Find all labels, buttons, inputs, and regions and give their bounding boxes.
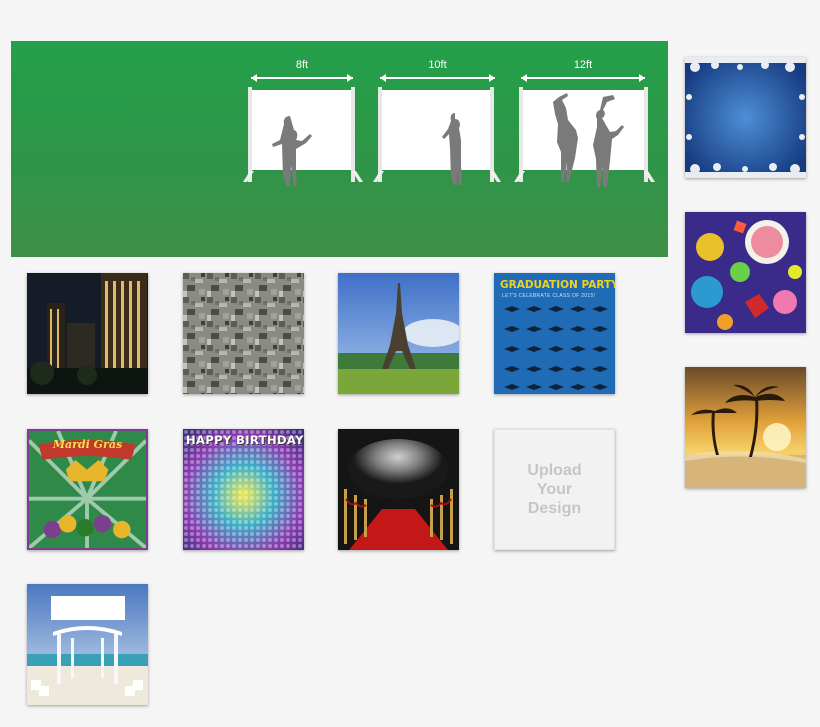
backdrop-stand-12ft xyxy=(514,87,655,187)
snowflake-frame-icon xyxy=(685,57,806,178)
red-carpet-photo-icon xyxy=(338,429,459,550)
birthday-title: HAPPY BIRTHDAY xyxy=(186,433,304,447)
backdrop-stand-8ft xyxy=(243,87,363,186)
backdrop-graduation-party[interactable]: GRADUATION PARTY! LET'S CELEBRATE CLASS … xyxy=(494,273,615,394)
mardi-gras-title: Mardi Gras xyxy=(52,438,123,451)
backdrop-digital-camo[interactable] xyxy=(183,273,304,394)
backdrop-happy-birthday[interactable]: HAPPY BIRTHDAY xyxy=(183,429,304,550)
party-cake-photo-icon xyxy=(685,212,806,333)
stand-illustrations xyxy=(243,74,655,187)
beach-gazebo-photo-icon xyxy=(27,584,148,705)
backdrop-party-cake[interactable] xyxy=(685,212,806,333)
city-skyline-photo-icon xyxy=(27,273,148,394)
graduation-subtitle: LET'S CELEBRATE CLASS OF 2015! xyxy=(502,293,596,299)
backdrop-city-night[interactable] xyxy=(27,273,148,394)
backdrop-sunset-palms[interactable] xyxy=(685,367,806,488)
backdrop-stand-10ft xyxy=(373,87,501,185)
backdrop-eiffel-tower[interactable] xyxy=(338,273,459,394)
backdrop-gallery: 8ft 10ft 12ft GRADUATION PARTY! LET'S CE… xyxy=(0,0,820,727)
disco-lights-icon xyxy=(183,429,304,550)
graduation-title: GRADUATION PARTY! xyxy=(500,279,615,291)
sunset-palm-photo-icon xyxy=(685,367,806,488)
upload-label: Upload Your Design xyxy=(527,462,582,517)
backdrop-snowflake-blue[interactable] xyxy=(685,57,806,178)
eiffel-tower-photo-icon xyxy=(338,273,459,394)
camo-pattern-icon xyxy=(183,273,304,394)
backdrop-red-carpet[interactable] xyxy=(338,429,459,550)
backdrop-beach-wedding[interactable] xyxy=(27,584,148,705)
backdrop-mardi-gras[interactable]: Mardi Gras xyxy=(27,429,148,550)
graduation-caps-icon xyxy=(494,273,615,394)
stand-sizes-banner: 8ft 10ft 12ft xyxy=(11,41,668,257)
upload-design-button[interactable]: Upload Your Design xyxy=(494,429,615,550)
